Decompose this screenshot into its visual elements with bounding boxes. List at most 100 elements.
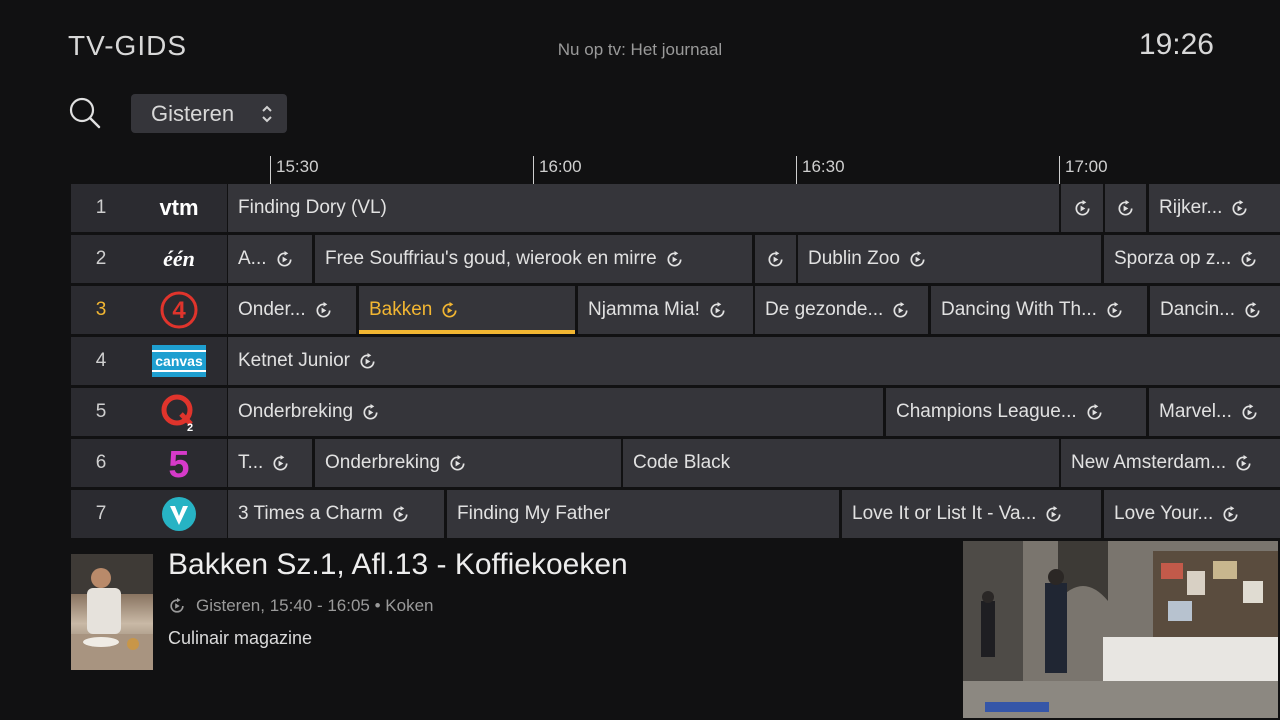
program-cell[interactable]: Champions League...	[886, 388, 1146, 436]
program-title-label: Champions League...	[896, 401, 1077, 422]
now-playing-text: Nu op tv: Het journaal	[557, 40, 723, 59]
program-cell[interactable]: Rijker...	[1149, 184, 1280, 232]
replay-icon	[893, 301, 908, 318]
program-cell[interactable]: Onderbreking	[315, 439, 621, 487]
channel-row: 6 5 T... Onderbreking Code Black New Amsterda…	[71, 439, 1280, 487]
channel-row: 5 2 Onderbreking Champions League... Marvel.…	[71, 388, 1280, 436]
vtm-logo[interactable]: vtm	[131, 184, 227, 232]
program-title-label: Ketnet Junior	[238, 350, 350, 371]
program-cell[interactable]	[1061, 184, 1103, 232]
vijf-logo-text: 5	[168, 444, 189, 483]
search-icon[interactable]	[68, 96, 102, 130]
program-cell[interactable]: Love Your...	[1104, 490, 1280, 538]
replay-icon	[1118, 199, 1133, 216]
program-meta: Gisteren, 15:40 - 16:05 • Koken	[168, 596, 434, 616]
channel-number[interactable]: 4	[71, 337, 131, 385]
vtm-logo-text: vtm	[159, 195, 198, 220]
replay-icon	[276, 250, 292, 267]
replay-icon	[1087, 403, 1102, 420]
channel-row: 3 4 Onder... Bakken Njamma Mia! De gezonde...…	[71, 286, 1280, 334]
program-title-label: Onder...	[238, 299, 306, 320]
program-cell[interactable]: Dublin Zoo	[798, 235, 1101, 283]
replay-icon	[273, 454, 288, 471]
epg-grid: 1 vtm Finding Dory (VL) Rijker... 2 één A... Fr…	[71, 184, 1280, 541]
program-cell[interactable]: Dancin...	[1150, 286, 1280, 334]
replay-icon	[1232, 199, 1247, 216]
channel-number[interactable]: 7	[71, 490, 131, 538]
replay-icon	[1223, 505, 1238, 522]
program-cell[interactable]: Njamma Mia!	[578, 286, 753, 334]
program-cell[interactable]: Finding My Father	[447, 490, 839, 538]
program-cell[interactable]: New Amsterdam...	[1061, 439, 1280, 487]
program-cell[interactable]	[755, 235, 796, 283]
program-cell[interactable]: Marvel...	[1149, 388, 1280, 436]
channel-row: 4 canvas Ketnet Junior	[71, 337, 1280, 385]
time-marker: 16:30	[796, 156, 845, 184]
program-cell[interactable]: Code Black	[623, 439, 1059, 487]
program-cell[interactable]	[1105, 184, 1146, 232]
vtm2-logo[interactable]	[131, 490, 227, 538]
program-title-label: T...	[238, 452, 264, 473]
replay-icon	[667, 250, 682, 267]
time-marker: 16:00	[533, 156, 582, 184]
program-title-label: Dancing With Th...	[941, 299, 1097, 320]
live-preview-video[interactable]	[963, 541, 1278, 718]
program-title-label: Marvel...	[1159, 401, 1232, 422]
program-title-label: Love It or List It - Va...	[852, 503, 1037, 524]
program-cell[interactable]: Free Souffriau's goud, wierook en mirre	[315, 235, 752, 283]
program-cell[interactable]: Dancing With Th...	[931, 286, 1147, 334]
replay-icon	[1236, 454, 1251, 471]
program-meta-text: Gisteren, 15:40 - 16:05 • Koken	[196, 596, 434, 615]
program-cell[interactable]: Sporza op z...	[1104, 235, 1280, 283]
vijf-logo[interactable]: 5	[131, 439, 227, 487]
replay-icon	[1241, 250, 1256, 267]
vier-logo[interactable]: 4	[131, 286, 227, 334]
program-cell[interactable]: Ketnet Junior	[228, 337, 1280, 385]
canvas-logo[interactable]: canvas	[131, 337, 227, 385]
day-selector-label: Gisteren	[151, 100, 235, 126]
channel-number[interactable]: 2	[71, 235, 131, 283]
channel-number[interactable]: 1	[71, 184, 131, 232]
program-title-label: Finding My Father	[457, 503, 611, 524]
program-cell[interactable]: Onderbreking	[228, 388, 883, 436]
channel-row: 7 3 Times a Charm Finding My Father Love It…	[71, 490, 1280, 538]
program-title-label: A...	[238, 248, 267, 269]
replay-icon	[442, 301, 457, 318]
program-cell[interactable]: Love It or List It - Va...	[842, 490, 1101, 538]
program-title-label: Njamma Mia!	[588, 299, 700, 320]
program-cell[interactable]: Onder...	[228, 286, 356, 334]
channel-number[interactable]: 6	[71, 439, 131, 487]
day-selector[interactable]: Gisteren	[131, 94, 287, 133]
clock: 19:26	[1138, 28, 1214, 61]
een-logo[interactable]: één	[131, 235, 227, 283]
program-title-label: 3 Times a Charm	[238, 503, 383, 524]
time-marker: 17:00	[1059, 156, 1108, 184]
program-cell[interactable]: 3 Times a Charm	[228, 490, 444, 538]
replay-icon	[1074, 199, 1090, 216]
program-cell[interactable]: T...	[228, 439, 312, 487]
channel-number[interactable]: 3	[71, 286, 131, 334]
replay-icon	[316, 301, 331, 318]
program-title-label: Sporza op z...	[1114, 248, 1232, 269]
replay-icon	[1046, 505, 1061, 522]
channel-number[interactable]: 5	[71, 388, 131, 436]
program-cell[interactable]: Finding Dory (VL)	[228, 184, 1059, 232]
program-title-label: Love Your...	[1114, 503, 1214, 524]
program-cell[interactable]: De gezonde...	[755, 286, 928, 334]
canvas-logo-text: canvas	[155, 353, 203, 369]
vier-logo-text: 4	[172, 297, 186, 324]
program-title-label: Finding Dory (VL)	[238, 197, 387, 218]
up-down-arrow-icon	[262, 105, 272, 123]
program-title-label: Onderbreking	[325, 452, 441, 473]
replay-icon	[363, 403, 378, 420]
program-cell-selected[interactable]: Bakken	[359, 286, 575, 334]
channel-row: 2 één A... Free Souffriau's goud, wierook e…	[71, 235, 1280, 283]
q2-logo[interactable]: 2	[131, 388, 227, 436]
replay-icon	[170, 597, 184, 613]
replay-icon	[1107, 301, 1122, 318]
program-cell[interactable]: A...	[228, 235, 312, 283]
replay-icon	[450, 454, 465, 471]
program-title-label: Rijker...	[1159, 197, 1223, 218]
channel-row: 1 vtm Finding Dory (VL) Rijker...	[71, 184, 1280, 232]
replay-icon	[393, 505, 408, 522]
